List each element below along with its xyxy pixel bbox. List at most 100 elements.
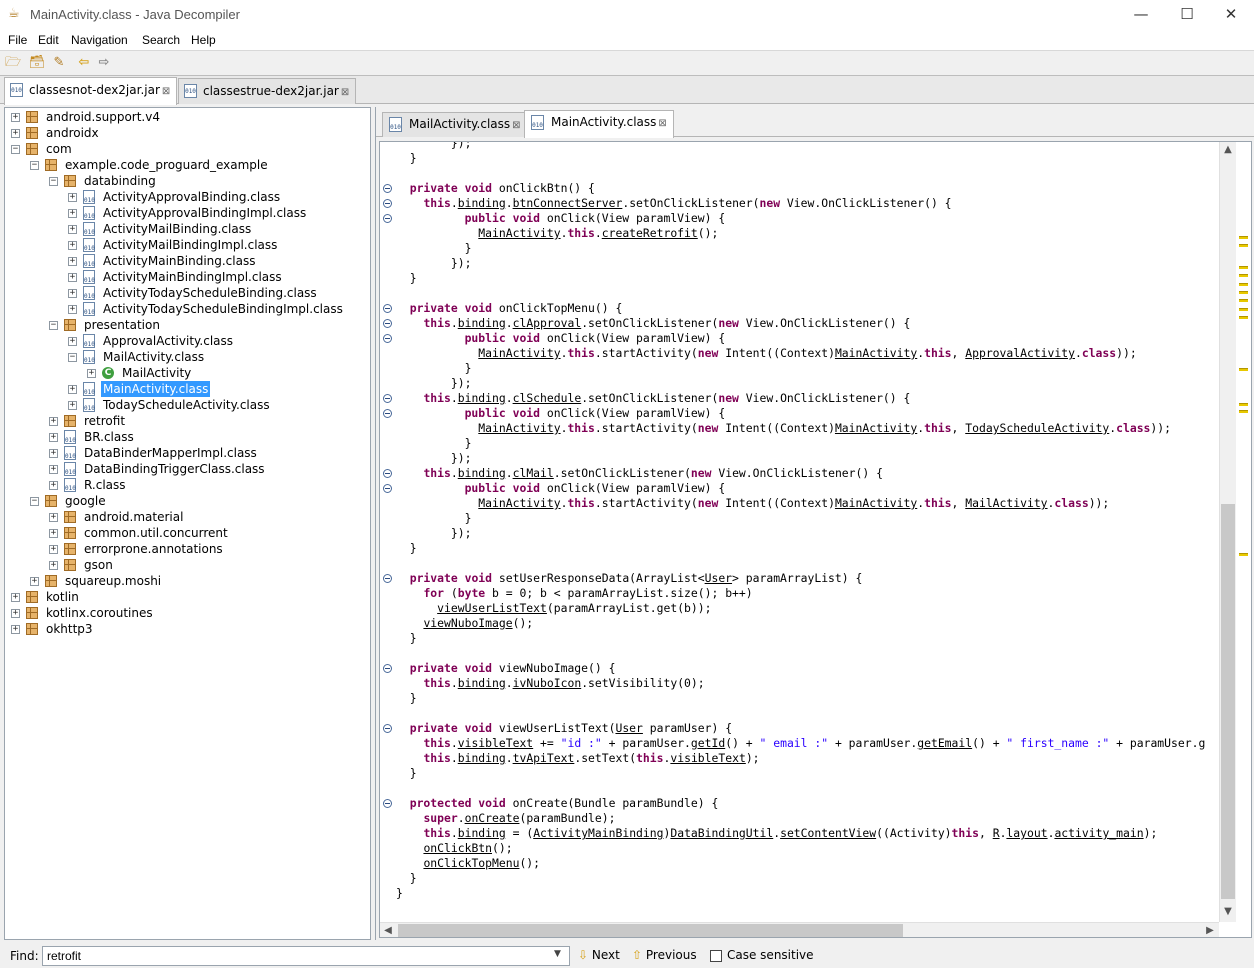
- menu-navigation[interactable]: Navigation: [71, 33, 128, 47]
- next-button[interactable]: ⇩ Next: [578, 948, 620, 962]
- expand-icon[interactable]: +: [49, 465, 58, 474]
- occurrence-marker[interactable]: [1239, 266, 1248, 269]
- occurrence-marker[interactable]: [1239, 283, 1248, 286]
- expand-icon[interactable]: +: [68, 401, 77, 410]
- expand-icon[interactable]: +: [68, 257, 77, 266]
- fold-collapse-icon[interactable]: [383, 214, 392, 223]
- expand-icon[interactable]: +: [68, 337, 77, 346]
- expand-icon[interactable]: +: [68, 241, 77, 250]
- minimize-button[interactable]: —: [1118, 0, 1164, 30]
- source-code[interactable]: }); } private void onClickBtn() { this.b…: [396, 142, 1219, 922]
- scroll-up-icon[interactable]: ▲: [1220, 142, 1236, 158]
- menu-edit[interactable]: Edit: [38, 33, 59, 47]
- fold-collapse-icon[interactable]: [383, 799, 392, 808]
- code-view[interactable]: }); } private void onClickBtn() { this.b…: [379, 141, 1252, 938]
- expand-icon[interactable]: +: [49, 433, 58, 442]
- fold-collapse-icon[interactable]: [383, 199, 392, 208]
- expand-icon[interactable]: +: [68, 289, 77, 298]
- collapse-icon[interactable]: −: [30, 161, 39, 170]
- occurrence-marker[interactable]: [1239, 316, 1248, 319]
- horizontal-scrollbar[interactable]: ◀ ▶: [380, 922, 1219, 937]
- package-tree[interactable]: + android.support.v4 + androidx − com − example…: [4, 107, 371, 940]
- fold-collapse-icon[interactable]: [383, 184, 392, 193]
- menu-help[interactable]: Help: [191, 33, 216, 47]
- collapse-icon[interactable]: −: [30, 497, 39, 506]
- collapse-icon[interactable]: −: [49, 321, 58, 330]
- vertical-scrollbar[interactable]: ▲ ▼: [1219, 142, 1236, 922]
- collapse-icon[interactable]: −: [11, 145, 20, 154]
- jar-tab-classestrue[interactable]: 010 classestrue-dex2jar.jar ⊠: [178, 78, 357, 104]
- expand-icon[interactable]: +: [68, 209, 77, 218]
- occurrence-marker[interactable]: [1239, 410, 1248, 413]
- fold-collapse-icon[interactable]: [383, 394, 392, 403]
- horizontal-scroll-thumb[interactable]: [398, 924, 903, 937]
- fold-collapse-icon[interactable]: [383, 319, 392, 328]
- maximize-button[interactable]: ☐: [1164, 0, 1210, 30]
- occurrence-marker-bar[interactable]: [1236, 142, 1251, 937]
- close-icon[interactable]: ⊠: [162, 86, 170, 97]
- expand-icon[interactable]: +: [11, 129, 20, 138]
- scroll-left-icon[interactable]: ◀: [380, 923, 396, 937]
- chevron-down-icon[interactable]: ▼: [554, 949, 561, 959]
- expand-icon[interactable]: +: [68, 385, 77, 394]
- menu-search[interactable]: Search: [142, 33, 180, 47]
- expand-icon[interactable]: +: [11, 609, 20, 618]
- occurrence-marker[interactable]: [1239, 274, 1248, 277]
- find-input[interactable]: retrofit: [42, 946, 570, 966]
- tab-mailactivity[interactable]: 010 MailActivity.class ⊠: [382, 112, 528, 137]
- expand-icon[interactable]: +: [49, 417, 58, 426]
- scroll-down-icon[interactable]: ▼: [1220, 904, 1236, 920]
- expand-icon[interactable]: +: [49, 481, 58, 490]
- expand-icon[interactable]: +: [11, 625, 20, 634]
- expand-icon[interactable]: +: [49, 513, 58, 522]
- class-file-icon: 010: [64, 446, 76, 460]
- menu-file[interactable]: File: [8, 33, 27, 47]
- expand-icon[interactable]: +: [68, 273, 77, 282]
- forward-arrow-icon[interactable]: ⇨: [95, 55, 113, 71]
- occurrence-marker[interactable]: [1239, 553, 1248, 556]
- expand-icon[interactable]: +: [11, 593, 20, 602]
- close-icon[interactable]: ⊠: [658, 118, 666, 129]
- back-arrow-icon[interactable]: ⇦: [75, 55, 93, 71]
- occurrence-marker[interactable]: [1239, 299, 1248, 302]
- occurrence-marker[interactable]: [1239, 308, 1248, 311]
- occurrence-marker[interactable]: [1239, 368, 1248, 371]
- expand-icon[interactable]: +: [49, 529, 58, 538]
- fold-collapse-icon[interactable]: [383, 409, 392, 418]
- fold-collapse-icon[interactable]: [383, 334, 392, 343]
- expand-icon[interactable]: +: [68, 225, 77, 234]
- fold-collapse-icon[interactable]: [383, 484, 392, 493]
- vertical-scroll-thumb[interactable]: [1221, 504, 1235, 899]
- fold-collapse-icon[interactable]: [383, 574, 392, 583]
- fold-collapse-icon[interactable]: [383, 469, 392, 478]
- expand-icon[interactable]: +: [68, 193, 77, 202]
- occurrence-marker[interactable]: [1239, 403, 1248, 406]
- fold-collapse-icon[interactable]: [383, 304, 392, 313]
- expand-icon[interactable]: +: [11, 113, 20, 122]
- previous-button[interactable]: ⇧ Previous: [632, 948, 697, 962]
- expand-icon[interactable]: +: [68, 305, 77, 314]
- search-type-icon[interactable]: ✎: [50, 55, 68, 71]
- occurrence-marker[interactable]: [1239, 244, 1248, 247]
- expand-icon[interactable]: +: [49, 449, 58, 458]
- tab-mainactivity[interactable]: 010 MainActivity.class ⊠: [524, 110, 674, 138]
- expand-icon[interactable]: +: [49, 561, 58, 570]
- open-folder-icon[interactable]: 🗁: [4, 55, 22, 71]
- occurrence-marker[interactable]: [1239, 291, 1248, 294]
- collapse-icon[interactable]: −: [49, 177, 58, 186]
- close-icon[interactable]: ⊠: [512, 120, 520, 131]
- case-sensitive-checkbox[interactable]: [710, 950, 722, 962]
- expand-icon[interactable]: +: [49, 545, 58, 554]
- open-type-icon[interactable]: 🗃: [28, 55, 46, 71]
- occurrence-marker[interactable]: [1239, 236, 1248, 239]
- close-button[interactable]: ✕: [1208, 0, 1254, 30]
- expand-icon[interactable]: +: [30, 577, 39, 586]
- fold-collapse-icon[interactable]: [383, 724, 392, 733]
- expand-icon[interactable]: +: [87, 369, 96, 378]
- scroll-right-icon[interactable]: ▶: [1202, 923, 1218, 937]
- fold-collapse-icon[interactable]: [383, 664, 392, 673]
- collapse-icon[interactable]: −: [68, 353, 77, 362]
- close-icon[interactable]: ⊠: [341, 87, 349, 98]
- jar-tab-classesnot[interactable]: 010 classesnot-dex2jar.jar ⊠: [4, 77, 178, 105]
